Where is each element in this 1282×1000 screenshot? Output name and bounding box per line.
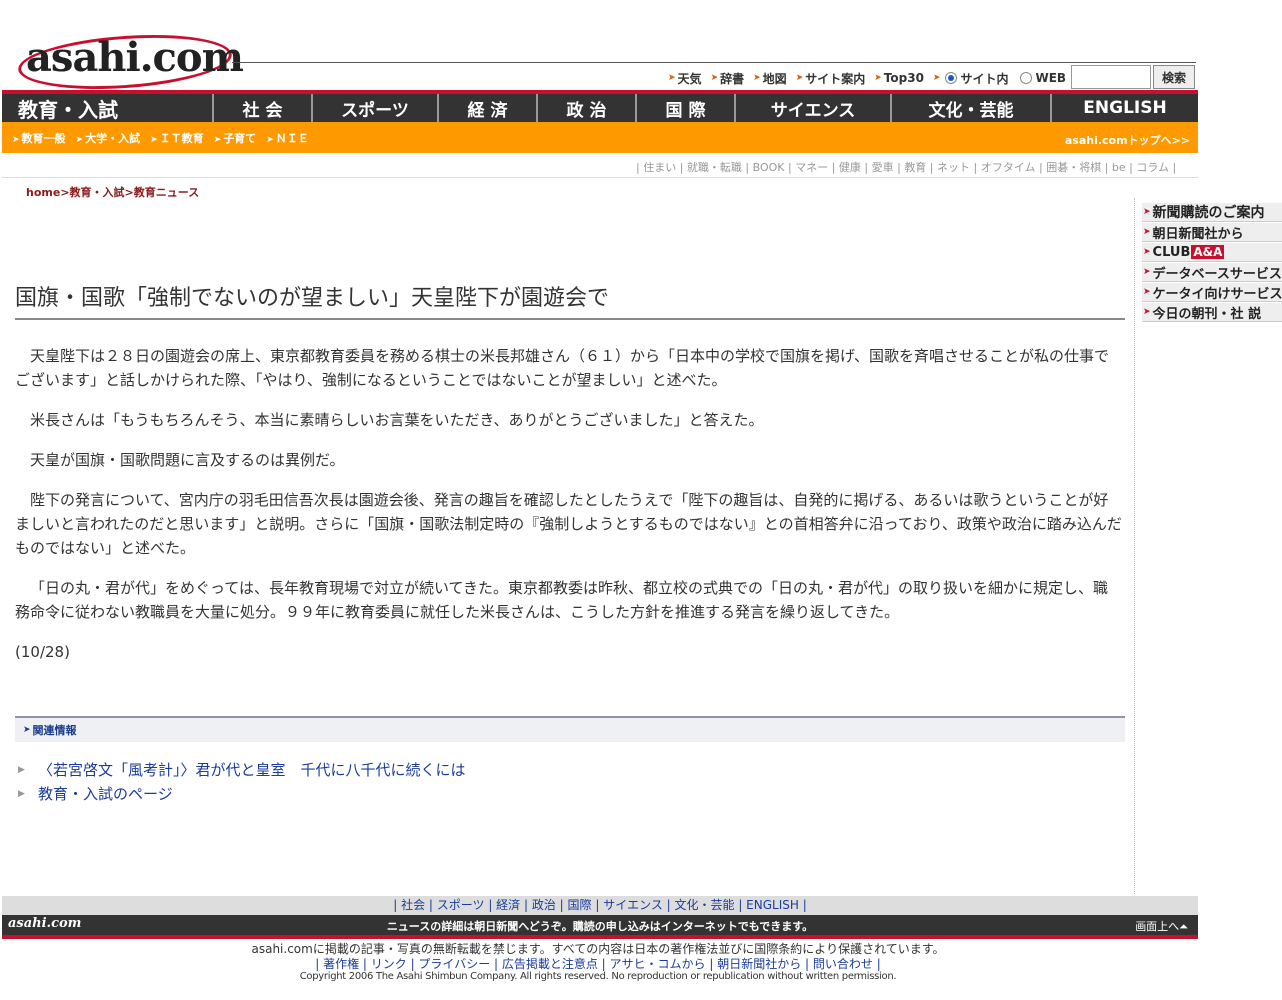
article-paragraph: 米長さんは「もうもちろんそう、本当に素晴らしいお言葉をいただき、ありがとうござい… bbox=[30, 411, 764, 429]
nav-society[interactable]: 社 会 bbox=[214, 94, 313, 122]
breadcrumb: home>教育・入試>教育ニュース bbox=[26, 186, 200, 199]
asahi-top-link[interactable]: asahi.comトップへ>> bbox=[1065, 132, 1190, 148]
search-input[interactable] bbox=[1071, 65, 1151, 89]
related-info-header: ➤ 関連情報 bbox=[15, 716, 1125, 742]
arrow-icon: ➤ bbox=[1143, 307, 1151, 317]
sub-nav: ➤ 教育一般 ➤ 大学・入試 ➤ ＩＴ教育 ➤ 子育て ➤ ＮＩＥ asahi.comトッ… bbox=[2, 122, 1198, 153]
related-list: ▶ 〈若宮啓文「風考計」〉君が代と皇室 千代に八千代に続くには ▶ 教育・入試のペー… bbox=[18, 758, 466, 806]
section-link[interactable]: 教育 bbox=[904, 161, 926, 174]
arrow-icon: ➤ bbox=[12, 134, 20, 145]
arrow-icon: ➤ bbox=[266, 134, 274, 145]
sidebar-subscription[interactable]: ➤ 新聞購読のご案内 bbox=[1142, 203, 1282, 222]
nav-education-active[interactable]: 教育・入試 bbox=[2, 94, 214, 122]
nav-science[interactable]: サイエンス bbox=[736, 94, 892, 122]
section-link[interactable]: 就職・転職 bbox=[687, 161, 742, 174]
article-paragraph: 陛下の発言について、宮内庁の羽毛田信吾次長は園遊会後、発言の趣旨を確認したとした… bbox=[15, 491, 1122, 557]
arrow-icon: ➤ bbox=[753, 73, 761, 83]
radio-web[interactable] bbox=[1020, 72, 1033, 84]
sidebar-divider bbox=[1134, 198, 1135, 894]
nav-english[interactable]: ENGLISH bbox=[1052, 94, 1198, 122]
footer-section-links[interactable]: | 社会 | スポーツ | 経済 | 政治 | 国際 | サイエンス | 文化・… bbox=[2, 896, 1198, 915]
breadcrumb-home[interactable]: home bbox=[26, 186, 60, 199]
article-paragraph: 天皇陛下は２８日の園遊会の席上、東京都教育委員を務める棋士の米長邦雄さん（６１）… bbox=[15, 347, 1109, 389]
sidebar-database[interactable]: ➤ データベースサービス bbox=[1142, 263, 1282, 282]
page-top-link[interactable]: 画面上へ⏶ bbox=[1135, 918, 1188, 934]
article-date: (10/28) bbox=[15, 643, 70, 661]
copyright-line: Copyright 2006 The Asahi Shimbun Company… bbox=[299, 971, 897, 982]
sidebar-from-asahi[interactable]: ➤ 朝日新聞社から bbox=[1142, 223, 1282, 242]
arrow-icon: ➤ bbox=[668, 73, 676, 83]
sidebar-todays-paper[interactable]: ➤ 今日の朝刊・社 説 bbox=[1142, 303, 1282, 322]
arrow-icon: ➤ bbox=[213, 134, 222, 145]
section-link[interactable]: コラム bbox=[1136, 161, 1169, 174]
logo-text: asahi.com bbox=[26, 34, 244, 81]
toplink-dictionary[interactable]: ➤ 辞書 bbox=[711, 70, 745, 87]
related-link[interactable]: ▶ 〈若宮啓文「風考計」〉君が代と皇室 千代に八千代に続くには bbox=[18, 758, 466, 782]
article-paragraph: 天皇が国旗・国歌問題に言及するのは異例だ。 bbox=[30, 451, 345, 469]
section-link[interactable]: マネー bbox=[795, 161, 828, 174]
section-link[interactable]: 健康 bbox=[839, 161, 861, 174]
radio-site[interactable] bbox=[945, 72, 958, 84]
nav-economy[interactable]: 経 済 bbox=[439, 94, 538, 122]
club-aa-badge: A&A bbox=[1191, 245, 1225, 259]
right-sidebar: ➤ 新聞購読のご案内 ➤ 朝日新聞社から ➤ CLUB A&A ➤ データベースサービス … bbox=[1142, 203, 1282, 323]
nav-culture[interactable]: 文化・芸能 bbox=[892, 94, 1052, 122]
arrow-icon: ➤ bbox=[795, 73, 804, 83]
arrow-icon: ➤ bbox=[23, 725, 31, 735]
arrow-icon: ➤ bbox=[1143, 207, 1151, 217]
section-link[interactable]: BOOK bbox=[753, 161, 785, 174]
search-button[interactable]: 検索 bbox=[1153, 65, 1195, 89]
section-link[interactable]: be bbox=[1112, 161, 1126, 174]
toplink-weather[interactable]: ➤ 天気 bbox=[668, 70, 702, 87]
section-link[interactable]: 住まい bbox=[643, 161, 676, 174]
search-scope-site[interactable]: ➤ サイト内 bbox=[933, 70, 1009, 87]
section-divider bbox=[2, 177, 1198, 178]
section-links: | 住まい | 就職・転職 | BOOK | マネー | 健康 | 愛車 | 教… bbox=[636, 161, 1177, 174]
arrow-icon: ➤ bbox=[932, 73, 941, 83]
nav-international[interactable]: 国 際 bbox=[637, 94, 736, 122]
nav-politics[interactable]: 政 治 bbox=[538, 94, 637, 122]
asahi-logo[interactable]: asahi.com bbox=[16, 28, 244, 96]
arrow-icon: ➤ bbox=[150, 134, 158, 145]
subnav-university-exams[interactable]: ➤ 大学・入試 bbox=[76, 130, 141, 146]
toplink-site-guide[interactable]: ➤ サイト案内 bbox=[796, 70, 866, 87]
search-scope-web[interactable]: WEB bbox=[1017, 71, 1066, 85]
breadcrumb-education[interactable]: 教育・入試 bbox=[70, 186, 125, 199]
article-paragraph: 「日の丸・君が代」をめぐっては、長年教育現場で対立が続いてきた。東京都教委は昨秋… bbox=[15, 579, 1109, 621]
nav-sports[interactable]: スポーツ bbox=[313, 94, 439, 122]
arrow-icon: ➤ bbox=[1143, 227, 1151, 237]
triangle-right-icon: ▶ bbox=[18, 765, 25, 775]
main-nav: 教育・入試 社 会 スポーツ 経 済 政 治 国 際 サイエンス 文化・芸能 E… bbox=[2, 94, 1198, 122]
footer-message[interactable]: ニュースの詳細は朝日新聞へどうぞ。購読の申し込みはインターネットでもできます。 bbox=[2, 918, 1198, 934]
arrow-icon: ➤ bbox=[1143, 287, 1151, 297]
arrow-icon: ➤ bbox=[710, 73, 719, 83]
toplink-map[interactable]: ➤ 地図 bbox=[753, 70, 787, 87]
section-link[interactable]: オフタイム bbox=[981, 161, 1036, 174]
top-utility-links: ➤ 天気 ➤ 辞書 ➤ 地図 ➤ サイト案内 ➤ Top30 ➤ サイト内 WEB bbox=[668, 70, 1075, 86]
triangle-right-icon: ▶ bbox=[18, 789, 25, 799]
footer-bottom-links[interactable]: | 著作権 | リンク | プライバシー | 広告掲載と注意点 | アサヒ・コム… bbox=[0, 955, 1196, 972]
section-link[interactable]: 囲碁・将棋 bbox=[1046, 161, 1101, 174]
sidebar-club-aa[interactable]: ➤ CLUB A&A bbox=[1142, 243, 1282, 262]
footer-rule bbox=[2, 935, 1198, 939]
toplink-top30[interactable]: ➤ Top30 bbox=[874, 71, 924, 85]
subnav-nie[interactable]: ➤ ＮＩＥ bbox=[266, 130, 309, 146]
subnav-parenting[interactable]: ➤ 子育て bbox=[214, 130, 257, 146]
arrow-icon: ➤ bbox=[1143, 267, 1151, 277]
header-divider bbox=[232, 62, 1196, 63]
breadcrumb-current: 教育ニュース bbox=[133, 186, 200, 199]
article-body: 天皇陛下は２８日の園遊会の席上、東京都教育委員を務める棋士の米長邦雄さん（６１）… bbox=[15, 344, 1123, 680]
section-link[interactable]: ネット bbox=[937, 161, 970, 174]
sidebar-mobile[interactable]: ➤ ケータイ向けサービス bbox=[1142, 283, 1282, 302]
subnav-it-education[interactable]: ➤ ＩＴ教育 bbox=[150, 130, 204, 146]
footer-bar: asahi.com ニュースの詳細は朝日新聞へどうぞ。購読の申し込みはインターネ… bbox=[2, 915, 1198, 935]
article-headline: 国旗・国歌「強制でないのが望ましい」天皇陛下が園遊会で bbox=[15, 280, 1125, 320]
section-link[interactable]: 愛車 bbox=[872, 161, 894, 174]
arrow-icon: ➤ bbox=[75, 134, 84, 145]
subnav-general-education[interactable]: ➤ 教育一般 bbox=[12, 130, 66, 146]
arrow-icon: ➤ bbox=[1143, 247, 1151, 257]
arrow-icon: ➤ bbox=[874, 73, 882, 83]
related-link[interactable]: ▶ 教育・入試のページ bbox=[18, 782, 466, 806]
